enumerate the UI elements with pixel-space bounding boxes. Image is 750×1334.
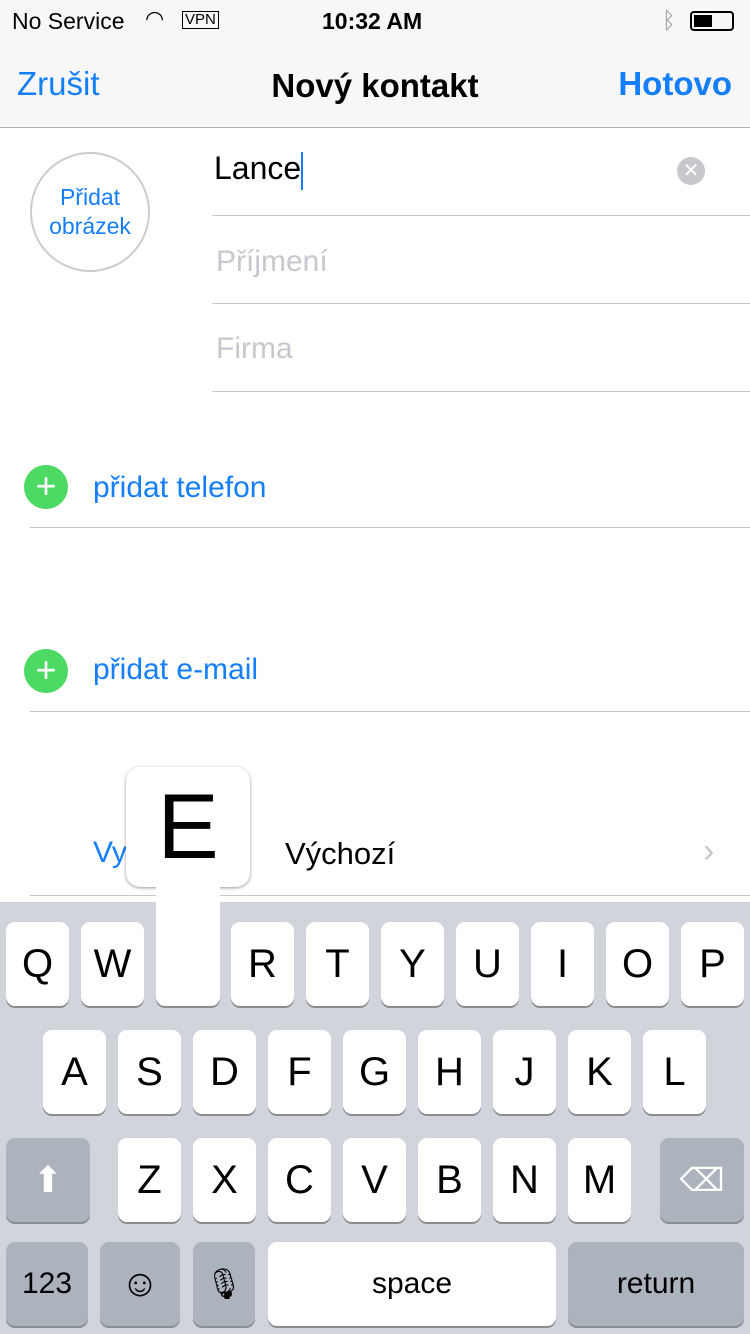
key-x[interactable]: X bbox=[193, 1138, 256, 1222]
key-g[interactable]: G bbox=[343, 1030, 406, 1114]
divider bbox=[212, 303, 750, 304]
done-button[interactable]: Hotovo bbox=[618, 65, 732, 103]
last-name-field[interactable]: Příjmení bbox=[216, 245, 328, 279]
add-phone-row[interactable]: + přidat telefon bbox=[0, 462, 750, 512]
key-a[interactable]: A bbox=[43, 1030, 106, 1114]
backspace-key[interactable]: ⌫ bbox=[660, 1138, 744, 1222]
shift-key[interactable]: ⬆ bbox=[6, 1138, 90, 1222]
key-p[interactable]: P bbox=[681, 922, 744, 1006]
key-c[interactable]: C bbox=[268, 1138, 331, 1222]
emoji-icon: ☺ bbox=[120, 1262, 160, 1305]
cancel-button[interactable]: Zrušit bbox=[17, 65, 100, 103]
add-phone-label: přidat telefon bbox=[93, 471, 267, 504]
first-name-field[interactable]: Lance bbox=[214, 150, 304, 190]
space-key[interactable]: space bbox=[268, 1242, 556, 1326]
ringtone-value: Výchozí bbox=[285, 836, 396, 871]
numbers-key[interactable]: 123 bbox=[6, 1242, 88, 1326]
key-i[interactable]: I bbox=[531, 922, 594, 1006]
company-field[interactable]: Firma bbox=[216, 332, 293, 366]
key-t[interactable]: T bbox=[306, 922, 369, 1006]
divider bbox=[30, 895, 750, 896]
key-y[interactable]: Y bbox=[381, 922, 444, 1006]
divider bbox=[212, 215, 750, 216]
battery-icon bbox=[690, 11, 734, 31]
ringtone-row[interactable]: Vy Výchozí › bbox=[0, 830, 750, 880]
key-d[interactable]: D bbox=[193, 1030, 256, 1114]
backspace-icon: ⌫ bbox=[679, 1162, 725, 1198]
key-s[interactable]: S bbox=[118, 1030, 181, 1114]
key-l[interactable]: L bbox=[643, 1030, 706, 1114]
status-bar: No Service ◠ VPN 10:32 AM ᛒ bbox=[0, 0, 750, 40]
chevron-right-icon: › bbox=[703, 832, 715, 870]
vpn-badge: VPN bbox=[182, 11, 219, 29]
key-o[interactable]: O bbox=[606, 922, 669, 1006]
add-email-label: přidat e-mail bbox=[93, 653, 259, 686]
bluetooth-icon: ᛒ bbox=[662, 7, 676, 33]
key-q[interactable]: Q bbox=[6, 922, 69, 1006]
key-j[interactable]: J bbox=[493, 1030, 556, 1114]
add-photo-label-2: obrázek bbox=[49, 213, 131, 239]
clock: 10:32 AM bbox=[322, 8, 423, 34]
key-u[interactable]: U bbox=[456, 922, 519, 1006]
first-name-value: Lance bbox=[214, 150, 302, 186]
navigation-bar: Zrušit Nový kontakt Hotovo bbox=[0, 40, 750, 128]
key-z[interactable]: Z bbox=[118, 1138, 181, 1222]
emoji-key[interactable]: ☺ bbox=[100, 1242, 180, 1326]
add-icon: + bbox=[24, 649, 68, 693]
shift-icon: ⬆ bbox=[32, 1159, 64, 1200]
key-n[interactable]: N bbox=[493, 1138, 556, 1222]
key-m[interactable]: M bbox=[568, 1138, 631, 1222]
key-v[interactable]: V bbox=[343, 1138, 406, 1222]
key-f[interactable]: F bbox=[268, 1030, 331, 1114]
wifi-icon: ◠ bbox=[145, 6, 165, 31]
key-k[interactable]: K bbox=[568, 1030, 631, 1114]
add-email-row[interactable]: + přidat e-mail bbox=[0, 646, 750, 696]
add-photo-label-1: Přidat bbox=[59, 184, 121, 210]
key-h[interactable]: H bbox=[418, 1030, 481, 1114]
return-key[interactable]: return bbox=[568, 1242, 744, 1326]
key-w[interactable]: W bbox=[81, 922, 144, 1006]
carrier: No Service bbox=[12, 8, 125, 34]
text-cursor bbox=[301, 151, 304, 190]
divider bbox=[30, 527, 750, 528]
clear-text-icon[interactable]: ✕ bbox=[677, 157, 705, 185]
key-b[interactable]: B bbox=[418, 1138, 481, 1222]
divider bbox=[30, 711, 750, 712]
divider bbox=[212, 391, 750, 392]
microphone-icon: 🎙 bbox=[204, 1267, 244, 1301]
dictation-key[interactable]: 🎙 bbox=[193, 1242, 255, 1326]
key-r[interactable]: R bbox=[231, 922, 294, 1006]
add-photo-button[interactable]: Přidat obrázek bbox=[30, 152, 150, 272]
ringtone-label: Vy bbox=[93, 836, 127, 869]
add-icon: + bbox=[24, 465, 68, 509]
